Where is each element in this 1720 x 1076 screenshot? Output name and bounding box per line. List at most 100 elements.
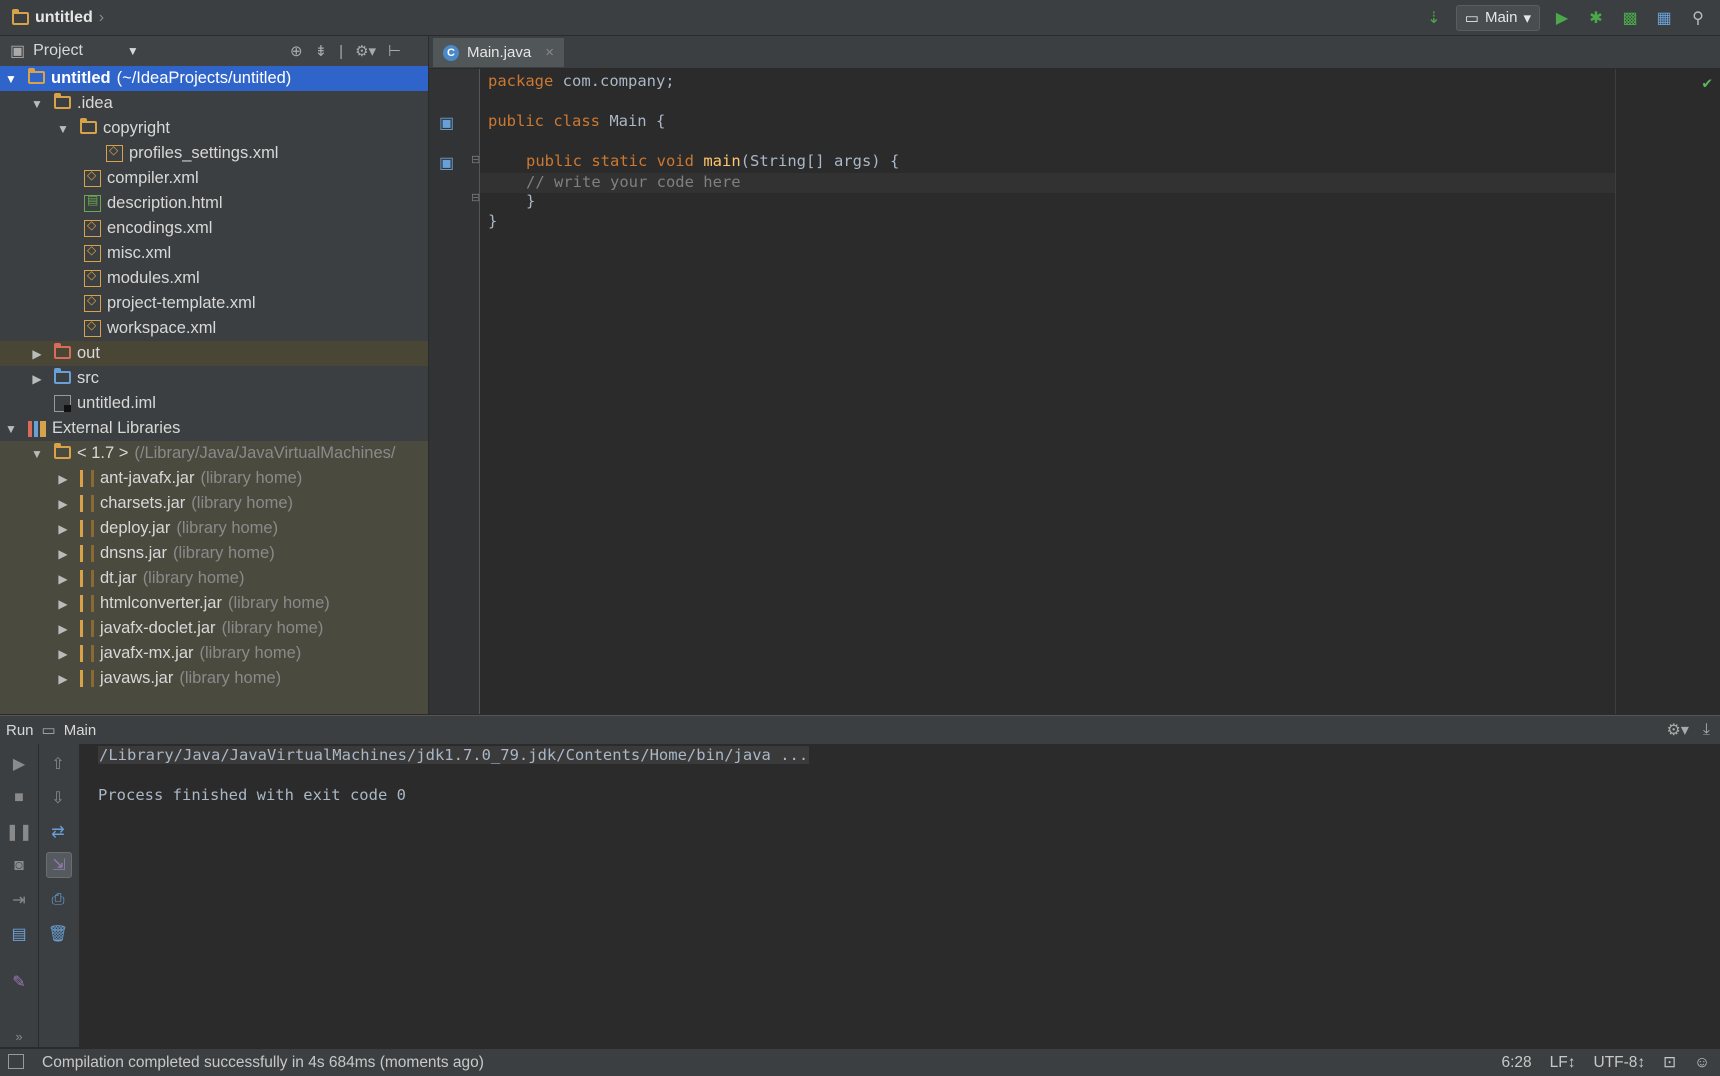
tree-row-jar[interactable]: ▶ javaws.jar (library home)	[0, 666, 428, 691]
tree-row-jar[interactable]: ▶ htmlconverter.jar (library home)	[0, 591, 428, 616]
exit-icon[interactable]: ⇥	[7, 888, 31, 912]
run-config-label: Main	[1484, 9, 1518, 26]
tree-row-jar[interactable]: ▶ javafx-doclet.jar (library home)	[0, 616, 428, 641]
tree-row-jar[interactable]: ▶ deploy.jar (library home)	[0, 516, 428, 541]
tree-row-src[interactable]: ▶ src	[0, 366, 428, 391]
run-class-gutter-icon[interactable]: ▣	[439, 113, 454, 133]
code-line-5: public static void main(String[] args) {	[526, 152, 900, 170]
project-structure-icon[interactable]: ▦	[1652, 6, 1676, 30]
tree-row-untitled[interactable]: ▼ untitled (~/IdeaProjects/untitled)	[0, 66, 428, 91]
jar-label: htmlconverter.jar	[100, 594, 222, 612]
collapsed-arrow-icon[interactable]: ▶	[56, 497, 70, 511]
tree-row-idea[interactable]: ▼ .idea	[0, 91, 428, 116]
expanded-arrow-icon[interactable]: ▼	[30, 97, 44, 111]
lock-icon[interactable]: ⊡	[1663, 1053, 1676, 1072]
tree-row-jar-partial[interactable]	[0, 691, 428, 714]
tree-label: description.html	[107, 194, 223, 212]
expanded-arrow-icon[interactable]: ▼	[30, 447, 44, 461]
collapsed-arrow-icon[interactable]: ▶	[30, 372, 44, 386]
run-method-gutter-icon[interactable]: ▣	[439, 153, 454, 173]
status-message[interactable]: Compilation completed successfully in 4s…	[42, 1049, 484, 1076]
breadcrumb[interactable]: untitled ›	[12, 8, 104, 28]
trash-icon[interactable]: 🗑	[46, 922, 70, 946]
tree-row-file[interactable]: encodings.xml	[0, 216, 428, 241]
soft-wrap-icon[interactable]: ⇄	[46, 820, 70, 844]
tree-row-file[interactable]: project-template.xml	[0, 291, 428, 316]
fold-icon[interactable]: ⊟	[471, 153, 480, 166]
tree-row-external-libraries[interactable]: ▼ External Libraries	[0, 416, 428, 441]
collapsed-arrow-icon[interactable]: ▶	[56, 672, 70, 686]
rerun-icon[interactable]: ▶	[7, 752, 31, 776]
hide-panel-icon[interactable]: ⊢	[388, 42, 401, 60]
jdk-folder-icon	[54, 443, 71, 459]
up-arrow-icon[interactable]: ⇧	[46, 752, 70, 776]
breadcrumb-project[interactable]: untitled	[35, 9, 93, 27]
run-icon[interactable]: ▶	[1550, 6, 1574, 30]
tree-row-file[interactable]: misc.xml	[0, 241, 428, 266]
collapsed-arrow-icon[interactable]: ▶	[56, 572, 70, 586]
run-console[interactable]: /Library/Java/JavaVirtualMachines/jdk1.7…	[80, 744, 1720, 1047]
tree-row-jar[interactable]: ▶ ant-javafx.jar (library home)	[0, 466, 428, 491]
toggle-tool-windows-icon[interactable]	[8, 1054, 24, 1069]
caret-position[interactable]: 6:28	[1501, 1054, 1531, 1072]
coverage-icon[interactable]: ▩	[1618, 6, 1642, 30]
tree-row-jar[interactable]: ▶ javafx-mx.jar (library home)	[0, 641, 428, 666]
collapsed-arrow-icon[interactable]: ▶	[56, 522, 70, 536]
down-arrow-icon[interactable]: ⇩	[46, 786, 70, 810]
tree-row-file[interactable]: description.html	[0, 191, 428, 216]
collapsed-arrow-icon[interactable]: ▶	[56, 547, 70, 561]
tree-row-out[interactable]: ▶ out	[0, 341, 428, 366]
tree-row-file[interactable]: profiles_settings.xml	[0, 141, 428, 166]
tree-row-jar[interactable]: ▶ dnsns.jar (library home)	[0, 541, 428, 566]
project-view-dropdown[interactable]: ▣ Project ▼	[10, 36, 139, 66]
run-tab-main[interactable]: Main	[64, 722, 97, 739]
restore-layout-icon[interactable]: ▤	[7, 922, 31, 946]
close-icon[interactable]: ×	[545, 44, 554, 61]
pause-icon[interactable]: ❚❚	[6, 820, 33, 844]
expanded-arrow-icon[interactable]: ▼	[4, 422, 18, 436]
tree-label: .idea	[77, 94, 113, 112]
search-icon[interactable]: ⚲	[1686, 6, 1710, 30]
collapse-all-icon[interactable]: ⇟	[315, 42, 328, 60]
pin-icon[interactable]: ✎	[7, 970, 31, 994]
tree-row-jdk[interactable]: ▼ < 1.7 > (/Library/Java/JavaVirtualMach…	[0, 441, 428, 466]
collapsed-arrow-icon[interactable]: ▶	[56, 647, 70, 661]
tree-row-file[interactable]: workspace.xml	[0, 316, 428, 341]
print-icon[interactable]: ⎙	[46, 888, 70, 912]
collapsed-arrow-icon[interactable]: ▶	[56, 472, 70, 486]
gear-icon[interactable]: ⚙▾	[1667, 720, 1689, 740]
scroll-to-end-icon[interactable]: ⇲	[46, 852, 72, 878]
file-encoding[interactable]: UTF-8↕	[1594, 1054, 1646, 1072]
tree-row-copyright[interactable]: ▼ copyright	[0, 116, 428, 141]
hide-panel-icon[interactable]: ⤓	[1703, 721, 1710, 739]
fold-end-icon[interactable]: ⊟	[471, 191, 480, 204]
project-panel-header: ▣ Project ▼ ⊕ ⇟ | ⚙▾ ⊢	[0, 36, 428, 67]
collapsed-arrow-icon[interactable]: ▶	[30, 347, 44, 361]
console-command-line[interactable]: /Library/Java/JavaVirtualMachines/jdk1.7…	[98, 746, 810, 764]
jar-icon	[80, 645, 94, 662]
inspector-icon[interactable]: ☺	[1694, 1054, 1710, 1072]
code-editor[interactable]: ✔ package com.company; public class Main…	[480, 69, 1720, 714]
tree-row-file[interactable]: modules.xml	[0, 266, 428, 291]
expanded-arrow-icon[interactable]: ▼	[4, 72, 18, 86]
collapsed-arrow-icon[interactable]: ▶	[56, 597, 70, 611]
gear-icon[interactable]: ⚙▾	[355, 42, 376, 60]
expanded-arrow-icon[interactable]: ▼	[56, 122, 70, 136]
tree-row-file[interactable]: compiler.xml	[0, 166, 428, 191]
locate-icon[interactable]: ⊕	[290, 42, 303, 60]
chevron-down-icon: ▾	[1523, 9, 1531, 27]
run-config-dropdown[interactable]: ▭ Main ▾	[1455, 4, 1540, 31]
line-separator[interactable]: LF↕	[1550, 1054, 1576, 1072]
collapsed-arrow-icon[interactable]: ▶	[56, 622, 70, 636]
dump-threads-icon[interactable]: ◙	[7, 854, 31, 878]
jar-suffix: (library home)	[142, 569, 245, 587]
more-icon[interactable]: »	[7, 1024, 31, 1048]
debug-icon[interactable]: ✱	[1584, 6, 1608, 30]
tree-row-jar[interactable]: ▶ charsets.jar (library home)	[0, 491, 428, 516]
tab-main-java[interactable]: C Main.java ×	[433, 38, 564, 67]
stop-icon[interactable]: ■	[7, 786, 31, 810]
build-icon[interactable]: ⇣	[1422, 6, 1446, 30]
run-title: Run ▭ Main	[6, 716, 96, 744]
tree-row-jar[interactable]: ▶ dt.jar (library home)	[0, 566, 428, 591]
tree-row-iml[interactable]: untitled.iml	[0, 391, 428, 416]
